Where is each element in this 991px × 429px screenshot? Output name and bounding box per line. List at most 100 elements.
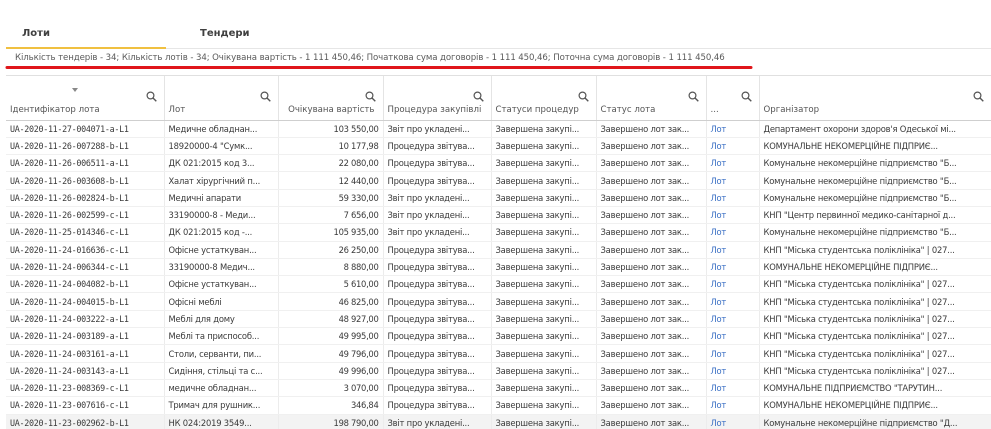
- cell-link[interactable]: Лот: [705, 275, 759, 294]
- cell-expected-value: 46 825,00: [277, 292, 383, 311]
- cell-procedure: Звіт про укладені...: [382, 189, 491, 207]
- table-row[interactable]: UA-2020-11-26-002599-c-L1 33190000-8 - Ме…: [6, 206, 991, 225]
- column-header-procedure-status[interactable]: Статуси процедур: [490, 76, 596, 121]
- column-header-procedure[interactable]: Процедура закупівлі: [382, 76, 491, 121]
- search-icon[interactable]: [472, 91, 484, 102]
- cell-link[interactable]: Лот: [705, 292, 759, 311]
- cell-lot-id: UA-2020-11-23-002962-b-L1: [6, 414, 164, 429]
- table-row[interactable]: UA-2020-11-24-003161-a-L1 Столи, серванти…: [6, 344, 991, 363]
- search-icon[interactable]: [577, 91, 589, 102]
- cell-procedure: Процедура звітува...: [382, 241, 491, 259]
- column-header-label: ...: [710, 104, 719, 115]
- cell-lot: 18920000-4 "Сумк...: [163, 137, 278, 156]
- cell-procedure: Процедура звітува...: [382, 327, 491, 346]
- search-icon[interactable]: [973, 91, 984, 102]
- table-row[interactable]: UA-2020-11-24-003189-a-L1 Меблі та приспо…: [6, 327, 991, 346]
- cell-link[interactable]: Лот: [705, 414, 759, 429]
- table-row[interactable]: UA-2020-11-24-004082-b-L1 Офісне устаткув…: [6, 275, 991, 294]
- cell-link[interactable]: Лот: [705, 171, 759, 190]
- cell-lot-status: Завершено лот зак...: [595, 120, 706, 138]
- cell-expected-value: 8 880,00: [277, 258, 383, 277]
- cell-expected-value: 5 610,00: [277, 275, 383, 294]
- cell-link[interactable]: Лот: [705, 310, 759, 329]
- cell-lot: Меблі та приспособ...: [163, 327, 278, 346]
- cell-link[interactable]: Лот: [705, 258, 759, 277]
- cell-expected-value: 10 177,98: [277, 137, 383, 156]
- table-row[interactable]: UA-2020-11-25-014346-c-L1 ДК 021:2015 код…: [6, 223, 991, 242]
- cell-lot-id: UA-2020-11-24-004015-b-L1: [6, 292, 164, 311]
- cell-procedure-status: Завершена закупі...: [490, 171, 596, 190]
- table-row[interactable]: UA-2020-11-26-006511-a-L1 ДК 021:2015 код…: [6, 154, 991, 173]
- cell-lot-status: Завершено лот зак...: [595, 275, 706, 294]
- cell-organizer: КНП "Центр первинної медико-санітарної д…: [758, 206, 991, 225]
- search-icon[interactable]: [364, 91, 376, 102]
- cell-procedure: Процедура звітува...: [382, 362, 491, 380]
- table-row[interactable]: UA-2020-11-23-002962-b-L1 НК 024:2019 354…: [6, 414, 991, 429]
- cell-procedure-status: Завершена закупі...: [490, 189, 596, 207]
- cell-lot-id: UA-2020-11-24-003143-a-L1: [6, 362, 164, 380]
- table-row[interactable]: UA-2020-11-23-008369-c-L1 медичне обладна…: [6, 379, 991, 398]
- cell-lot: Тримач для рушник...: [163, 396, 278, 415]
- cell-link[interactable]: Лот: [705, 189, 759, 207]
- cell-link[interactable]: Лот: [705, 206, 759, 225]
- column-header-organizer[interactable]: Організатор: [758, 76, 991, 121]
- cell-link[interactable]: Лот: [705, 396, 759, 415]
- cell-lot-id: UA-2020-11-24-016636-c-L1: [6, 241, 164, 259]
- cell-lot-id: UA-2020-11-27-004071-a-L1: [6, 120, 164, 138]
- cell-organizer: КНП "Міська студентська поліклініка" | 0…: [758, 310, 991, 329]
- cell-organizer: Департамент охорони здоров'я Одеської мі…: [758, 120, 991, 138]
- cell-organizer: КНП "Міська студентська поліклініка" | 0…: [758, 275, 991, 294]
- cell-lot: НК 024:2019 3549...: [163, 414, 278, 429]
- column-header-lot-status[interactable]: Статус лота: [595, 76, 706, 121]
- table-row[interactable]: UA-2020-11-24-016636-c-L1 Офісне устаткув…: [6, 241, 991, 259]
- cell-procedure-status: Завершена закупі...: [490, 310, 596, 329]
- cell-expected-value: 22 080,00: [277, 154, 383, 173]
- tab-lots[interactable]: Лоти: [6, 20, 166, 49]
- cell-expected-value: 198 790,00: [277, 414, 383, 429]
- cell-procedure: Звіт про укладені...: [382, 223, 491, 242]
- table-row[interactable]: UA-2020-11-26-002824-b-L1 Медичні апарати…: [6, 189, 991, 207]
- cell-expected-value: 59 330,00: [277, 189, 383, 207]
- cell-organizer: КНП "Міська студентська поліклініка" | 0…: [758, 327, 991, 346]
- cell-link[interactable]: Лот: [705, 241, 759, 259]
- table-row[interactable]: UA-2020-11-24-004015-b-L1 Офісні меблі 46 …: [6, 292, 991, 311]
- table-row[interactable]: UA-2020-11-24-003222-a-L1 Меблі для дому 4…: [6, 310, 991, 329]
- cell-link[interactable]: Лот: [705, 154, 759, 173]
- search-icon[interactable]: [687, 91, 699, 102]
- table-row[interactable]: UA-2020-11-24-006344-c-L1 33190000-8 Меди…: [6, 258, 991, 277]
- cell-link[interactable]: Лот: [705, 327, 759, 346]
- cell-link[interactable]: Лот: [705, 137, 759, 156]
- cell-lot-status: Завершено лот зак...: [595, 379, 706, 398]
- tab-bar: Лоти Тендери: [6, 20, 991, 49]
- cell-lot-id: UA-2020-11-24-003222-a-L1: [6, 310, 164, 329]
- column-header-expected-value[interactable]: Очікувана вартість: [277, 76, 383, 121]
- table-row[interactable]: UA-2020-11-26-007288-b-L1 18920000-4 "Сум…: [6, 137, 991, 156]
- search-icon[interactable]: [145, 91, 157, 102]
- table-row[interactable]: UA-2020-11-27-004071-a-L1 Медичне обладна…: [6, 120, 991, 138]
- cell-link[interactable]: Лот: [705, 362, 759, 380]
- summary-line: Кількість тендерів - 34; Кількість лотів…: [15, 53, 725, 63]
- search-icon[interactable]: [740, 91, 752, 102]
- table-row[interactable]: UA-2020-11-24-003143-a-L1 Сидіння, стільц…: [6, 362, 991, 380]
- column-header-lot-id[interactable]: Ідентифікатор лота: [6, 76, 164, 121]
- column-header-label: Ідентифікатор лота: [10, 104, 100, 115]
- cell-organizer: Комунальне некомерційне підприємство "Б.…: [758, 171, 991, 190]
- cell-procedure: Процедура звітува...: [382, 379, 491, 398]
- cell-link[interactable]: Лот: [705, 223, 759, 242]
- table-row[interactable]: UA-2020-11-23-007616-c-L1 Тримач для рушн…: [6, 396, 991, 415]
- column-header-label: Статуси процедур: [495, 104, 579, 115]
- cell-link[interactable]: Лот: [705, 120, 759, 138]
- column-header-lot[interactable]: Лот: [163, 76, 278, 121]
- tab-tenders[interactable]: Тендери: [166, 20, 286, 49]
- cell-lot-status: Завершено лот зак...: [595, 362, 706, 380]
- cell-expected-value: 49 796,00: [277, 344, 383, 363]
- column-header-label: Статус лота: [600, 104, 656, 115]
- cell-procedure: Процедура звітува...: [382, 137, 491, 156]
- column-header-link[interactable]: ...: [705, 76, 759, 121]
- table-row[interactable]: UA-2020-11-26-003608-b-L1 Халат хірургічн…: [6, 171, 991, 190]
- search-icon[interactable]: [259, 91, 271, 102]
- cell-link[interactable]: Лот: [705, 344, 759, 363]
- cell-link[interactable]: Лот: [705, 379, 759, 398]
- cell-organizer: КОМУНАЛЬНЕ НЕКОМЕРЦІЙНЕ ПІДПРИЄ...: [758, 396, 991, 415]
- cell-expected-value: 105 935,00: [277, 223, 383, 242]
